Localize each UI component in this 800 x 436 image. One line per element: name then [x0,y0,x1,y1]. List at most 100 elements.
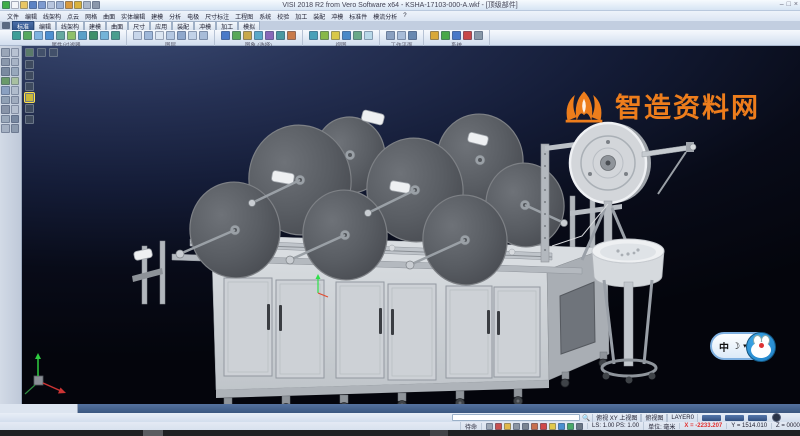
ribbon-tool-icon[interactable] [474,31,483,40]
menu-item[interactable]: 标准件 [346,12,370,21]
modeling-tool-icon[interactable] [1,115,10,124]
status-toggle-icon[interactable] [504,423,511,430]
modeling-tool-icon[interactable] [1,58,10,67]
window-control-button[interactable]: □ [787,0,791,10]
modeling-tool-icon[interactable] [11,115,20,124]
print-icon[interactable] [83,1,91,9]
ribbon-tool-icon[interactable] [166,31,175,40]
menu-item[interactable]: 曲面 [100,12,118,21]
modeling-tool-icon[interactable] [11,77,20,86]
dropdown-icon[interactable] [92,1,100,9]
menu-item[interactable]: 冲模 [328,12,346,21]
ribbon-tool-icon[interactable] [23,31,32,40]
modeling-tool-icon[interactable] [11,58,20,67]
status-toggle-icon[interactable] [567,423,574,430]
app-logo-icon[interactable] [2,1,10,9]
ribbon-tab[interactable]: 应用 [150,21,172,30]
ribbon-tab[interactable]: 标准 [12,21,34,30]
ime-mode-indicator[interactable]: 中 [719,339,729,354]
menu-item[interactable]: 实体编辑 [118,12,148,21]
menu-item[interactable]: 分析 [166,12,184,21]
select-tool-icon[interactable] [25,60,34,69]
menu-item[interactable]: 线架构 [40,12,64,21]
ribbon-tool-icon[interactable] [144,31,153,40]
ribbon-tool-icon[interactable] [331,31,340,40]
ribbon-tool-icon[interactable] [342,31,351,40]
active-view-button[interactable]: 俯视 XY 上视图 [592,414,641,422]
modeling-tool-icon[interactable] [1,77,10,86]
ribbon-tab[interactable]: 线架构 [56,21,84,30]
pan-tool-icon[interactable] [25,71,34,80]
modeling-tool-icon[interactable] [11,67,20,76]
ribbon-tool-icon[interactable] [100,31,109,40]
window-control-button[interactable]: – [780,0,784,10]
3d-viewport[interactable]: 智造资料网 中 ☽ ▾ [22,46,800,404]
ribbon-tool-icon[interactable] [287,31,296,40]
ribbon-tool-icon[interactable] [133,31,142,40]
new-file-icon[interactable] [11,1,19,9]
ribbon-tool-icon[interactable] [386,31,395,40]
ribbon-tool-icon[interactable] [45,31,54,40]
menu-item[interactable]: 文件 [4,12,22,21]
status-toggle-icon[interactable] [486,423,493,430]
ribbon-tool-icon[interactable] [397,31,406,40]
ribbon-tool-icon[interactable] [111,31,120,40]
ime-halfwidth-icon[interactable]: ☽ [732,341,740,352]
menu-item[interactable]: 网格 [82,12,100,21]
ribbon-tool-icon[interactable] [353,31,362,40]
modeling-tool-icon[interactable] [1,105,10,114]
ribbon-tool-icon[interactable] [463,31,472,40]
menu-item[interactable]: 点云 [64,12,82,21]
status-indicator-icon[interactable] [772,413,781,422]
layer-button[interactable]: LAYER0 [667,414,698,422]
ribbon-tab[interactable]: 加工 [216,21,238,30]
ribbon-tool-icon[interactable] [177,31,186,40]
ribbon-tool-icon[interactable] [221,31,230,40]
ribbon-tab[interactable]: 尺寸 [128,21,150,30]
modeling-tool-icon[interactable] [11,86,20,95]
modeling-tool-icon[interactable] [11,48,20,57]
render-mode-icon[interactable] [37,48,46,57]
menu-item[interactable]: 校验 [274,12,292,21]
redo-icon[interactable] [74,1,82,9]
status-button[interactable] [748,415,767,421]
status-button[interactable] [725,415,744,421]
menu-item[interactable]: 装配 [310,12,328,21]
ribbon-tool-icon[interactable] [320,31,329,40]
ribbon-tool-icon[interactable] [452,31,461,40]
status-toggle-icon[interactable] [549,423,556,430]
ribbon-tool-icon[interactable] [408,31,417,40]
ribbon-tool-icon[interactable] [199,31,208,40]
ribbon-tool-icon[interactable] [78,31,87,40]
status-toggle-icon[interactable] [576,423,583,430]
modeling-tool-icon[interactable] [1,86,10,95]
ribbon-tool-icon[interactable] [34,31,43,40]
modeling-tool-icon[interactable] [1,124,10,133]
view-cube-icon[interactable] [25,48,34,57]
window-control-button[interactable]: × [794,0,798,10]
status-toggle-icon[interactable] [531,423,538,430]
modeling-tool-icon[interactable] [1,96,10,105]
ribbon-tool-icon[interactable] [67,31,76,40]
save-icon[interactable] [29,1,37,9]
ime-toolbar[interactable]: 中 ☽ ▾ [710,332,772,360]
ribbon-tool-icon[interactable] [12,31,21,40]
menu-item[interactable]: 电极 [184,12,202,21]
status-toggle-icon[interactable] [522,423,529,430]
ribbon-tool-icon[interactable] [155,31,164,40]
ribbon-tool-icon[interactable] [243,31,252,40]
view-type-button[interactable]: 俯视图 [641,414,667,422]
command-search-input[interactable] [452,414,580,421]
status-button[interactable] [702,415,721,421]
status-toggle-icon[interactable] [558,423,565,430]
modeling-tool-icon[interactable] [1,67,10,76]
ribbon-menu-icon[interactable] [2,22,10,29]
menu-item[interactable]: 系统 [256,12,274,21]
open-file-icon[interactable] [20,1,28,9]
modeling-tool-icon[interactable] [11,96,20,105]
menu-item[interactable]: 加工 [292,12,310,21]
status-toggle-icon[interactable] [540,423,547,430]
search-icon[interactable]: 🔍 [582,414,590,422]
ribbon-tool-icon[interactable] [441,31,450,40]
zoom-fit-icon[interactable] [49,48,58,57]
